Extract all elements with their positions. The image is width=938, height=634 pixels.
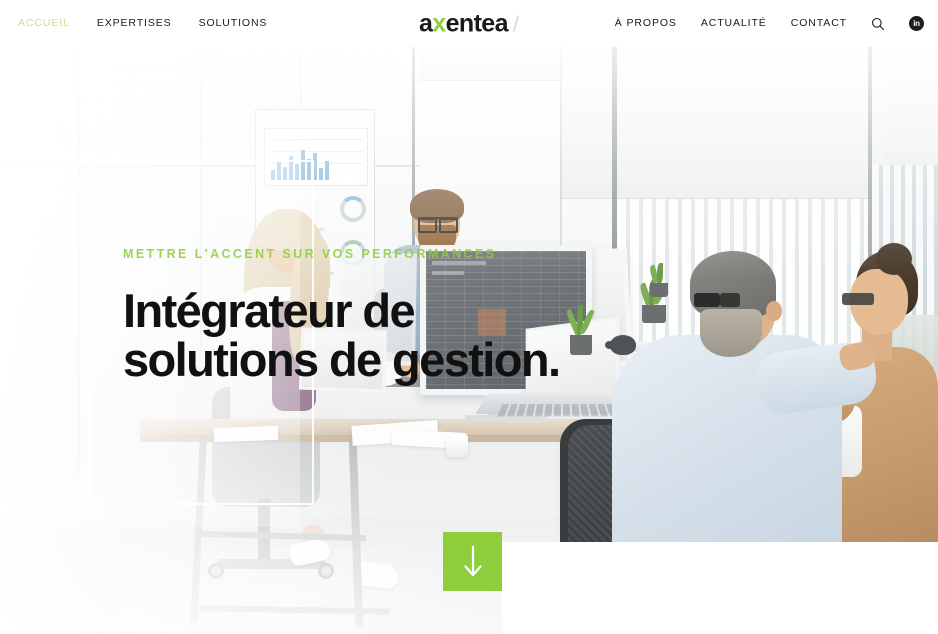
scene-person-camel-woman-glasses <box>842 293 874 305</box>
scene-person-grey-man-ear <box>766 301 782 321</box>
search-icon[interactable] <box>871 17 885 31</box>
scene-chair-post <box>838 569 854 623</box>
scene-person-grey-man-glasses <box>694 293 746 307</box>
nav-item-solutions[interactable]: SOLUTIONS <box>199 18 268 29</box>
page-root: ACCUEIL EXPERTISES SOLUTIONS a x entea /… <box>0 0 938 634</box>
primary-nav-right: À PROPOS ACTUALITÉ CONTACT in <box>615 0 924 47</box>
logo-text-a: a <box>418 9 433 37</box>
nav-item-contact[interactable]: CONTACT <box>791 18 847 29</box>
logo-slash-mark: / <box>512 11 520 36</box>
page-title: Intégrateur de solutions de gestion. <box>123 287 561 386</box>
scroll-down-button[interactable] <box>443 532 502 591</box>
nav-item-accueil[interactable]: ACCUEIL <box>18 18 70 29</box>
scene-chair-caster <box>902 621 918 634</box>
hero-section: METTRE L'ACCENT SUR VOS PERFORMANCES Int… <box>0 47 938 634</box>
hero-text-block: METTRE L'ACCENT SUR VOS PERFORMANCES Int… <box>123 247 561 386</box>
linkedin-badge-label: in <box>909 16 924 31</box>
site-logo[interactable]: a x entea / <box>419 11 519 36</box>
hero-headline-line-1: Intégrateur de <box>123 284 416 337</box>
scene-piggy-bank <box>605 335 636 355</box>
nav-item-expertises[interactable]: EXPERTISES <box>97 18 172 29</box>
scene-chair-base <box>782 615 916 627</box>
primary-nav-left: ACCUEIL EXPERTISES SOLUTIONS <box>18 0 267 47</box>
logo-text-entea: entea <box>445 9 509 37</box>
hero-kicker: METTRE L'ACCENT SUR VOS PERFORMANCES <box>123 247 497 261</box>
arrow-down-icon <box>462 545 484 579</box>
site-header: ACCUEIL EXPERTISES SOLUTIONS a x entea /… <box>0 0 938 47</box>
scene-laptop-keyboard <box>497 404 623 417</box>
scene-chair-caster <box>778 621 794 634</box>
nav-item-actualite[interactable]: ACTUALITÉ <box>701 18 767 29</box>
hero-headline-line-2: solutions de gestion. <box>123 332 561 386</box>
linkedin-icon[interactable]: in <box>909 16 924 31</box>
logo-text-x-accent: x <box>432 9 446 37</box>
nav-item-a-propos[interactable]: À PROPOS <box>615 18 677 29</box>
